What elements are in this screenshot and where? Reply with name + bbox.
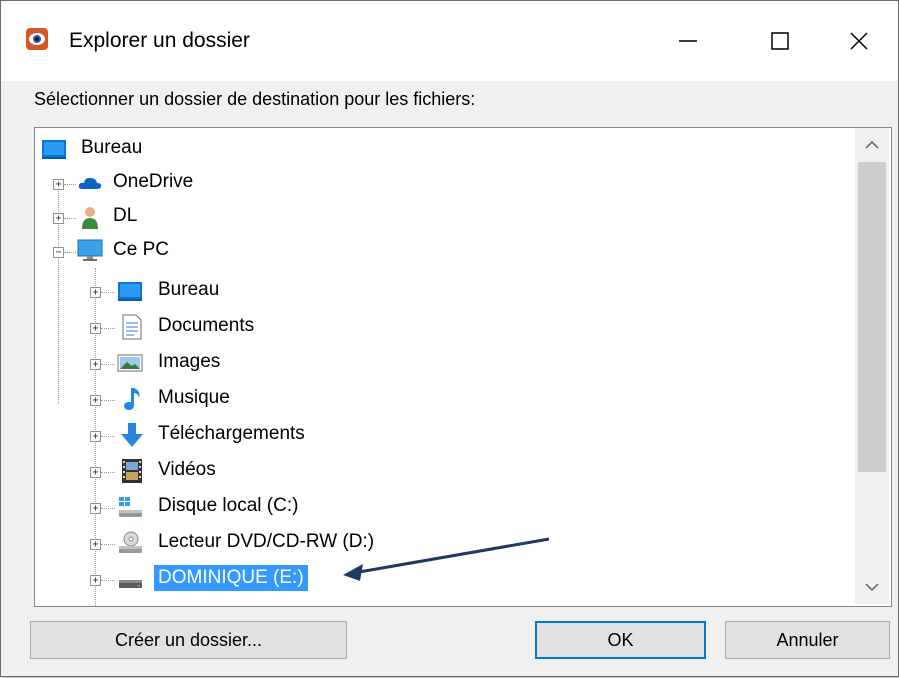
tree-connector — [101, 364, 115, 365]
collapse-toggle[interactable]: − — [53, 247, 64, 258]
expand-toggle[interactable]: + — [90, 395, 101, 406]
tree-connector — [101, 472, 115, 473]
download-arrow-icon — [121, 423, 143, 447]
user-icon — [82, 207, 98, 229]
tree-item-label: Ce PC — [113, 239, 169, 260]
cancel-button[interactable]: Annuler — [725, 621, 890, 659]
documents-icon — [122, 314, 142, 340]
tree-connector — [101, 544, 115, 545]
tree-item-label: OneDrive — [113, 171, 194, 192]
computer-icon — [77, 239, 103, 261]
tree-item-lecteur-dvd[interactable]: + Lecteur DVD/CD-RW (D:) — [35, 526, 855, 560]
tree-item-dl[interactable]: + DL — [35, 200, 855, 234]
expand-toggle[interactable]: + — [90, 575, 101, 586]
tree-connector — [64, 218, 76, 219]
tree-item-images[interactable]: + Images — [35, 346, 855, 380]
expand-toggle[interactable]: + — [90, 467, 101, 478]
expand-toggle[interactable]: + — [90, 539, 101, 550]
title-bar[interactable]: Explorer un dossier — [1, 1, 898, 81]
close-button[interactable] — [821, 1, 897, 81]
tree-connector — [101, 436, 115, 437]
film-icon — [122, 459, 142, 483]
tree-item-label: Images — [158, 351, 221, 372]
tree-item-label: DL — [113, 205, 138, 226]
tree-item-videos[interactable]: + Vidéos — [35, 454, 855, 488]
ok-button[interactable]: OK — [535, 621, 706, 659]
minimize-icon — [679, 40, 697, 42]
tree-item-label: Bureau — [81, 137, 143, 158]
windows-drive-icon — [119, 497, 142, 517]
chevron-up-icon — [865, 140, 879, 149]
tree-connector — [101, 580, 115, 581]
tree-item-label: Musique — [158, 387, 230, 408]
tree-connector — [64, 184, 76, 185]
desktop-icon — [42, 140, 66, 159]
folder-tree[interactable]: Bureau + OneDrive + DL − Ce PC + Bureau … — [34, 127, 892, 607]
usb-drive-icon — [119, 580, 142, 588]
dvd-drive-icon — [119, 531, 142, 553]
desktop-icon — [118, 282, 142, 301]
chevron-down-icon — [865, 583, 879, 592]
app-eye-icon — [26, 28, 48, 50]
tree-item-label: Vidéos — [158, 459, 216, 480]
tree-connector — [101, 328, 115, 329]
expand-toggle[interactable]: + — [90, 323, 101, 334]
tree-item-bureau-root[interactable]: Bureau — [35, 132, 855, 166]
scroll-thumb[interactable] — [858, 162, 886, 472]
tree-item-dominique-e[interactable]: + DOMINIQUE (E:) — [35, 562, 855, 596]
minimize-button[interactable] — [642, 1, 734, 81]
expand-toggle[interactable]: + — [90, 503, 101, 514]
create-folder-button[interactable]: Créer un dossier... — [30, 621, 347, 659]
tree-item-documents[interactable]: + Documents — [35, 310, 855, 344]
tree-item-disque-local-c[interactable]: + Disque local (C:) — [35, 490, 855, 524]
expand-toggle[interactable]: + — [90, 359, 101, 370]
tree-item-bureau[interactable]: + Bureau — [35, 274, 855, 308]
tree-item-label: Lecteur DVD/CD-RW (D:) — [158, 531, 375, 552]
tree-item-label: Téléchargements — [158, 423, 305, 444]
window-title: Explorer un dossier — [69, 29, 250, 52]
tree-item-musique[interactable]: + Musique — [35, 382, 855, 416]
images-icon — [117, 354, 143, 372]
maximize-button[interactable] — [734, 1, 826, 81]
tree-item-label: Documents — [158, 315, 255, 336]
vertical-scrollbar[interactable] — [855, 128, 889, 604]
scroll-down-button[interactable] — [855, 570, 889, 604]
expand-toggle[interactable]: + — [53, 213, 64, 224]
onedrive-cloud-icon — [78, 177, 102, 189]
tree-item-onedrive[interactable]: + OneDrive — [35, 166, 855, 200]
browse-folder-dialog: Explorer un dossier Sélectionner un doss… — [0, 0, 899, 677]
dialog-prompt: Sélectionner un dossier de destination p… — [34, 89, 476, 109]
maximize-icon — [771, 32, 789, 50]
scroll-up-button[interactable] — [855, 128, 889, 162]
tree-item-ce-pc[interactable]: − Ce PC — [35, 234, 855, 268]
expand-toggle[interactable]: + — [90, 431, 101, 442]
tree-item-telechargements[interactable]: + Téléchargements — [35, 418, 855, 452]
tree-item-label: Disque local (C:) — [158, 495, 299, 516]
tree-item-label-selected: DOMINIQUE (E:) — [154, 565, 308, 591]
tree-connector — [101, 400, 115, 401]
tree-connector — [64, 252, 76, 253]
close-icon — [850, 32, 868, 50]
tree-connector — [101, 292, 115, 293]
expand-toggle[interactable]: + — [90, 287, 101, 298]
tree-connector — [101, 508, 115, 509]
tree-item-label: Bureau — [158, 279, 220, 300]
music-note-icon — [124, 388, 140, 410]
expand-toggle[interactable]: + — [53, 179, 64, 190]
